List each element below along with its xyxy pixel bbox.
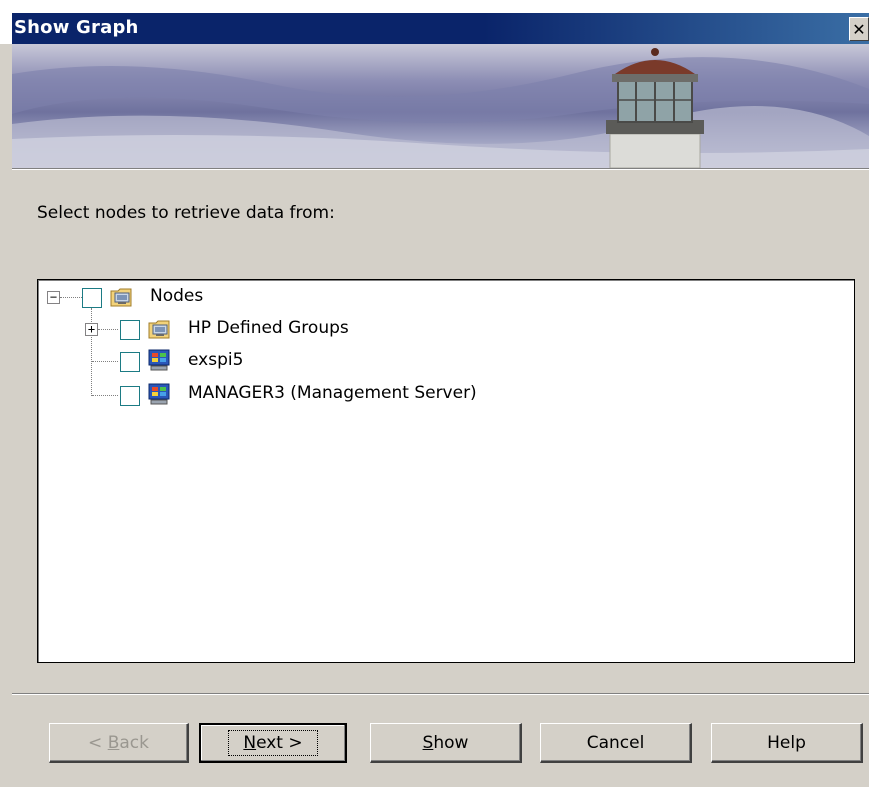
show-button-mnemonic: S — [422, 732, 434, 753]
title-bar-fill: Show Graph ✕ — [12, 13, 869, 44]
instruction-text: Select nodes to retrieve data from: — [37, 203, 335, 223]
title-bar: Show Graph ✕ — [0, 0, 869, 44]
tree-connector — [60, 297, 84, 298]
next-button-focus: Next > — [228, 730, 318, 756]
tree-connector — [92, 361, 118, 362]
collapse-icon[interactable]: − — [47, 291, 60, 304]
tree-label-hp-defined-groups[interactable]: HP Defined Groups — [188, 318, 349, 338]
checkbox-nodes[interactable] — [82, 288, 102, 308]
back-button-mnemonic: B — [107, 732, 120, 753]
node-computer-icon — [148, 349, 170, 371]
next-button-rest: ext > — [256, 733, 303, 753]
checkbox-manager3[interactable] — [120, 386, 140, 406]
button-separator — [12, 693, 869, 695]
node-group-icon — [148, 320, 170, 339]
back-button[interactable]: < Back — [49, 723, 189, 763]
next-button-mnemonic: N — [243, 733, 257, 753]
tree-label-manager3[interactable]: MANAGER3 (Management Server) — [188, 383, 477, 403]
header-banner — [12, 44, 869, 168]
tree-label-exspi5[interactable]: exspi5 — [188, 350, 243, 370]
node-tree[interactable]: − Nodes + HP Defined Groups exspi5 MANAG… — [37, 279, 855, 663]
next-button[interactable]: Next > — [199, 723, 347, 763]
node-group-icon — [110, 288, 132, 307]
help-button-label: Help — [767, 732, 806, 753]
expand-icon[interactable]: + — [85, 323, 98, 336]
cancel-button[interactable]: Cancel — [540, 723, 692, 763]
back-button-prefix: < — [88, 732, 108, 753]
tree-connector — [92, 395, 118, 396]
lighthouse-banner-image — [12, 48, 869, 168]
node-computer-icon — [148, 383, 170, 405]
back-button-rest: ack — [119, 732, 149, 753]
close-button[interactable]: ✕ — [849, 17, 869, 41]
tree-label-nodes[interactable]: Nodes — [150, 286, 203, 306]
window-title: Show Graph — [14, 17, 139, 38]
banner-separator — [12, 168, 869, 170]
help-button[interactable]: Help — [711, 723, 863, 763]
tree-connector — [98, 329, 118, 330]
checkbox-exspi5[interactable] — [120, 352, 140, 372]
show-button[interactable]: Show — [370, 723, 522, 763]
cancel-button-label: Cancel — [586, 732, 645, 753]
show-button-rest: how — [433, 732, 469, 753]
checkbox-hp-defined-groups[interactable] — [120, 320, 140, 340]
close-icon: ✕ — [852, 19, 866, 39]
